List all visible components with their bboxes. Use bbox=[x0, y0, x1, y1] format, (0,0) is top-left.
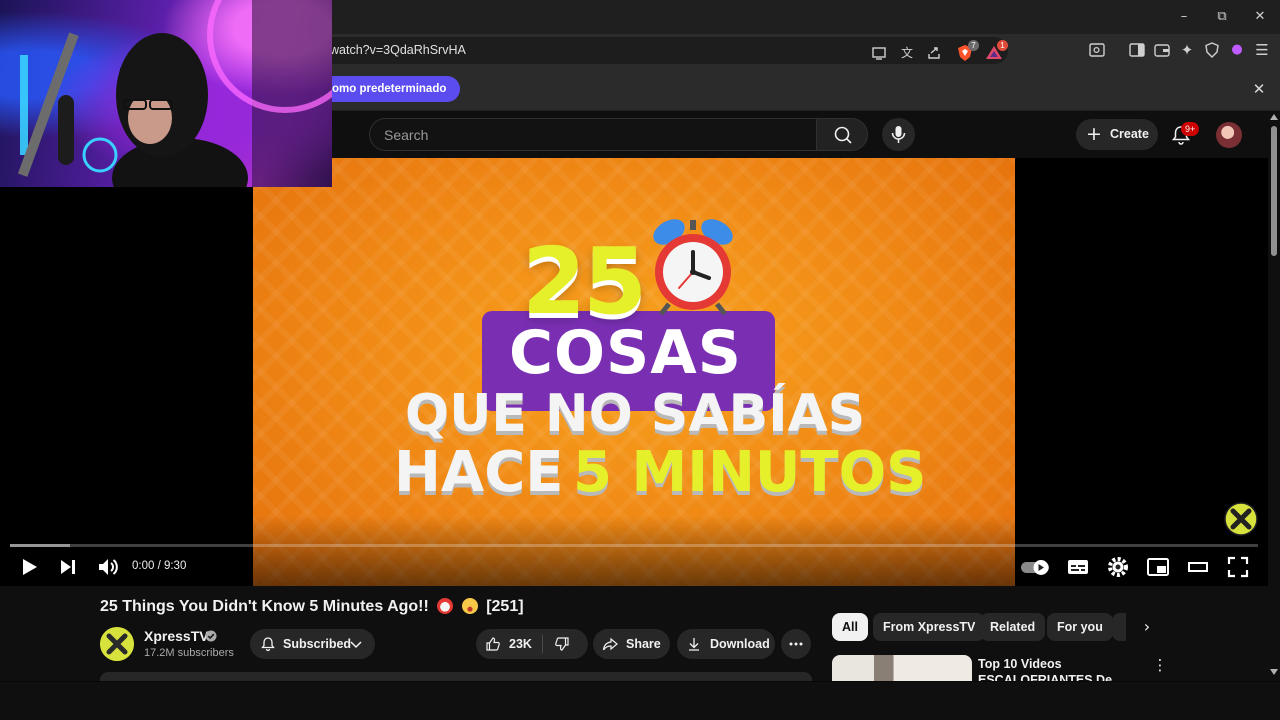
chip-for-you[interactable]: For you bbox=[1047, 613, 1113, 641]
theater-mode-icon[interactable] bbox=[1185, 554, 1211, 580]
channel-watermark-icon[interactable] bbox=[1224, 502, 1258, 536]
alarm-clock-icon bbox=[653, 219, 733, 316]
url-text: watch?v=3QdaRhSrvHA bbox=[330, 43, 466, 57]
like-count[interactable]: 23K bbox=[509, 629, 532, 659]
verified-badge-icon bbox=[205, 630, 217, 642]
cast-icon[interactable] bbox=[870, 44, 888, 62]
sidebar-toggle-icon[interactable] bbox=[1128, 41, 1146, 59]
settings-gear-icon[interactable] bbox=[1105, 554, 1131, 580]
download-icon bbox=[689, 638, 699, 651]
microphone-icon bbox=[891, 126, 906, 143]
rewards-count-badge: 1 bbox=[997, 40, 1008, 51]
scroll-up-arrow-icon[interactable] bbox=[1270, 114, 1278, 120]
channel-avatar[interactable] bbox=[100, 627, 134, 661]
create-label: Create bbox=[1110, 127, 1149, 141]
like-dislike-group: 23K bbox=[476, 629, 588, 659]
search-icon bbox=[834, 126, 852, 144]
voice-search-button[interactable] bbox=[882, 118, 915, 151]
thumbnail-line-que-no-sabias: QUE NO SABÍAS bbox=[405, 384, 866, 444]
create-button[interactable]: + Create bbox=[1076, 119, 1158, 150]
notifications-count-badge: 9+ bbox=[1181, 122, 1200, 136]
screen-bottom-area bbox=[0, 681, 1280, 720]
page-scrollbar[interactable] bbox=[1268, 111, 1280, 681]
scrollbar-thumb[interactable] bbox=[1271, 126, 1277, 256]
share-page-icon[interactable] bbox=[925, 44, 943, 62]
share-label: Share bbox=[626, 637, 661, 651]
share-arrow-icon bbox=[602, 637, 618, 651]
like-divider bbox=[542, 635, 543, 653]
profile-extension-icon[interactable]: ● bbox=[1228, 41, 1246, 59]
more-horizontal-icon bbox=[789, 642, 803, 646]
miniplayer-icon[interactable] bbox=[1145, 554, 1171, 580]
thumbnail-line-5-minutos: 5 MINUTOS bbox=[573, 440, 927, 505]
leo-ai-icon[interactable]: ✦ bbox=[1178, 41, 1196, 59]
chevron-down-icon bbox=[350, 641, 362, 649]
download-button[interactable]: Download bbox=[677, 629, 775, 659]
shields-count-badge: 7 bbox=[968, 40, 979, 51]
thumbnail-line-cosas: COSAS bbox=[509, 318, 742, 388]
autoplay-toggle-icon[interactable] bbox=[1020, 554, 1052, 580]
alarm-clock-emoji-icon bbox=[437, 598, 454, 614]
subtitles-icon[interactable] bbox=[1065, 554, 1091, 580]
chip-from-xpresstv[interactable]: From XpressTV bbox=[873, 613, 986, 641]
video-player[interactable]: 25 COSAS QUE NO SABÍAS HACE 5 MINUTOS 0:… bbox=[0, 158, 1268, 586]
translate-icon[interactable]: 文 bbox=[898, 44, 916, 62]
video-title: 25 Things You Didn't Know 5 Minutes Ago!… bbox=[100, 598, 524, 616]
next-video-icon[interactable] bbox=[55, 554, 81, 580]
scroll-down-arrow-icon[interactable] bbox=[1270, 669, 1278, 675]
download-label: Download bbox=[710, 637, 770, 651]
video-title-text: 25 Things You Didn't Know 5 Minutes Ago!… bbox=[100, 598, 429, 615]
like-thumb-up-icon[interactable] bbox=[485, 636, 501, 652]
subscribed-button[interactable]: Subscribed bbox=[250, 629, 375, 659]
chip-related[interactable]: Related bbox=[980, 613, 1046, 641]
thumbnail-line-hace: HACE bbox=[394, 440, 564, 505]
share-button[interactable]: Share bbox=[593, 629, 670, 659]
astonished-face-emoji-icon bbox=[461, 598, 478, 614]
search-box bbox=[369, 118, 816, 151]
browser-menu-icon[interactable]: ☰ bbox=[1253, 41, 1271, 59]
brave-rewards-icon[interactable]: 1 bbox=[985, 40, 1008, 62]
wallet-icon[interactable] bbox=[1153, 41, 1171, 59]
vpn-shield-icon[interactable] bbox=[1203, 41, 1221, 59]
chevron-right-icon[interactable]: › bbox=[1138, 617, 1156, 637]
dislike-thumb-down-icon[interactable] bbox=[554, 636, 570, 652]
chip-overflow-fade bbox=[1112, 613, 1126, 641]
streamer-webcam-overlay bbox=[0, 0, 332, 187]
account-avatar[interactable] bbox=[1216, 122, 1242, 148]
volume-icon[interactable] bbox=[95, 554, 121, 580]
progress-buffered bbox=[10, 544, 70, 547]
plus-icon: + bbox=[1086, 123, 1102, 145]
search-input[interactable] bbox=[384, 119, 804, 150]
progress-bar[interactable] bbox=[10, 544, 1258, 547]
channel-name[interactable]: XpressTV bbox=[144, 628, 209, 644]
tab-search-icon[interactable] bbox=[1088, 41, 1106, 59]
restore-icon[interactable]: ⧉ bbox=[1212, 7, 1232, 27]
play-icon[interactable] bbox=[16, 554, 42, 580]
chip-all[interactable]: All bbox=[832, 613, 868, 641]
subscriber-count: 17.2M subscribers bbox=[144, 647, 234, 659]
time-display: 0:00 / 9:30 bbox=[132, 560, 187, 572]
minimize-icon[interactable]: – bbox=[1174, 7, 1194, 27]
brave-shields-icon[interactable]: 7 bbox=[956, 40, 979, 62]
video-title-episode: [251] bbox=[486, 598, 524, 615]
bell-icon bbox=[261, 637, 275, 652]
search-button[interactable] bbox=[816, 118, 868, 151]
subscribed-label: Subscribed bbox=[283, 637, 352, 651]
recommendation-menu-icon[interactable]: ⋮ bbox=[1152, 656, 1168, 674]
address-bar[interactable]: watch?v=3QdaRhSrvHA 文 7 1 bbox=[318, 37, 1008, 64]
set-default-browser-button[interactable]: omo predeterminado bbox=[318, 76, 461, 102]
more-actions-button[interactable] bbox=[781, 629, 811, 659]
window-close-icon[interactable]: ✕ bbox=[1250, 7, 1270, 27]
infobar-close-icon[interactable]: ✕ bbox=[1250, 80, 1268, 98]
fullscreen-icon[interactable] bbox=[1225, 554, 1251, 580]
